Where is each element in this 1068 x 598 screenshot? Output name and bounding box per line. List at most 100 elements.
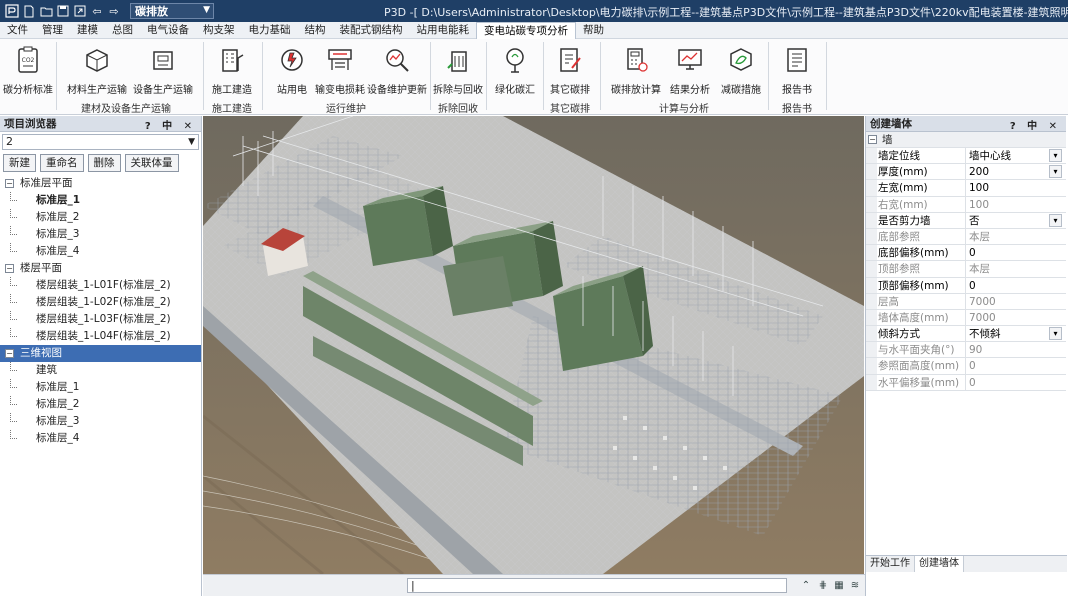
report-button[interactable]: 报告书: [776, 45, 818, 97]
demolition-button[interactable]: 拆除与回收: [433, 45, 483, 97]
property-dropdown[interactable]: 否 ▾: [965, 212, 1062, 229]
rename-button[interactable]: 重命名: [40, 154, 84, 172]
property-category[interactable]: − 墙: [866, 132, 1066, 148]
property-row: 倾斜方式 不倾斜 ▾: [866, 326, 1066, 343]
result-analysis-button[interactable]: 结果分析: [666, 45, 714, 97]
property-dropdown[interactable]: 200 ▾: [965, 164, 1062, 181]
tree-connector: [10, 336, 17, 337]
property-label: 顶部偏移(mm): [878, 279, 949, 292]
tree-item[interactable]: 楼层组装_1-L01F(标准层_2): [0, 277, 201, 294]
open-folder-icon[interactable]: [39, 4, 53, 18]
collapse-icon[interactable]: −: [5, 349, 14, 358]
tab-modeling[interactable]: 建模: [70, 22, 105, 39]
stack-icon[interactable]: ≋: [848, 579, 862, 593]
property-value-field[interactable]: 0: [965, 245, 1062, 262]
tab-support[interactable]: 构支架: [196, 22, 242, 39]
redo-icon[interactable]: ⇨: [107, 4, 121, 18]
tree-item[interactable]: 建筑: [0, 362, 201, 379]
tree-connector: [10, 285, 17, 286]
tab-site-plan[interactable]: 总图: [105, 22, 140, 39]
ribbon: CO2 碳分析标准 材料生产运输 设备生产运输 施工建造 站用电 输变电损耗 设…: [0, 39, 1068, 115]
tree-item[interactable]: 标准层_4: [0, 243, 201, 260]
tree-item[interactable]: 楼层组装_1-L04F(标准层_2): [0, 328, 201, 345]
property-value: 0: [969, 376, 976, 389]
carbon-calc-button[interactable]: 碳排放计算: [608, 45, 664, 97]
3d-viewport[interactable]: [203, 116, 864, 574]
link-mass-button[interactable]: 关联体量: [124, 154, 179, 172]
panel-controls-icon[interactable]: ? 中 ✕: [145, 117, 196, 132]
command-input[interactable]: |: [407, 578, 787, 593]
reduction-label: 减碳措施: [721, 85, 761, 96]
transmission-loss-button[interactable]: 输变电损耗: [314, 45, 366, 97]
tree-item[interactable]: 楼层组装_1-L03F(标准层_2): [0, 311, 201, 328]
project-combo[interactable]: 2 ▼: [2, 134, 199, 150]
new-button[interactable]: 新建: [3, 154, 36, 172]
tree-item[interactable]: 标准层_2: [0, 209, 201, 226]
tab-steel[interactable]: 装配式钢结构: [333, 22, 410, 39]
property-dropdown[interactable]: 墙中心线 ▾: [965, 148, 1062, 164]
tree-group[interactable]: − 楼层平面: [0, 260, 201, 277]
property-dropdown[interactable]: 不倾斜 ▾: [965, 326, 1062, 343]
tab-electrical[interactable]: 电气设备: [140, 22, 196, 39]
collapse-icon[interactable]: −: [868, 135, 877, 144]
save-icon[interactable]: [56, 4, 70, 18]
tree-item[interactable]: 标准层_2: [0, 396, 201, 413]
green-sink-button[interactable]: 绿化碳汇: [492, 45, 538, 97]
property-gutter: [866, 326, 877, 342]
equipment-transport-button[interactable]: 设备生产运输: [132, 45, 194, 97]
collapse-icon[interactable]: −: [5, 264, 14, 273]
tree-group[interactable]: − 标准层平面: [0, 175, 201, 192]
property-value-field: 本层: [965, 261, 1062, 278]
group-separator: [203, 42, 204, 110]
tab-manage[interactable]: 管理: [35, 22, 70, 39]
tree-item[interactable]: 标准层_1: [0, 379, 201, 396]
tree-item-label: 标准层_3: [36, 415, 80, 427]
tree-connector: [10, 277, 11, 286]
tree-connector: [10, 192, 11, 201]
snap-grid-icon[interactable]: ⋕: [816, 579, 830, 593]
tree-item-label: 楼层组装_1-L01F(标准层_2): [36, 279, 171, 291]
view-select[interactable]: 碳排放 ▼: [130, 3, 214, 19]
chevron-down-icon[interactable]: ▾: [1049, 165, 1062, 179]
property-value-field[interactable]: 100: [965, 180, 1062, 197]
tree-item[interactable]: 楼层组装_1-L02F(标准层_2): [0, 294, 201, 311]
export-icon[interactable]: [73, 4, 87, 18]
tab-energy[interactable]: 站用电能耗: [410, 22, 477, 39]
layer-icon[interactable]: ▦: [832, 579, 846, 593]
properties-header: 创建墙体 ? 中 ✕: [866, 116, 1066, 132]
other-emission-button[interactable]: 其它碳排: [549, 45, 591, 97]
properties-title: 创建墙体: [870, 118, 912, 130]
chevron-up-icon[interactable]: ⌃: [799, 579, 813, 593]
tab-file[interactable]: 文件: [0, 22, 35, 39]
tree-item[interactable]: 标准层_3: [0, 413, 201, 430]
carbon-standard-button[interactable]: CO2 碳分析标准: [3, 45, 53, 97]
undo-icon[interactable]: ⇦: [90, 4, 104, 18]
tree-item[interactable]: 标准层_1: [0, 192, 201, 209]
tree-item[interactable]: 标准层_4: [0, 430, 201, 447]
chevron-down-icon[interactable]: ▾: [1049, 149, 1062, 162]
app-logo-icon[interactable]: [5, 4, 19, 18]
material-transport-button[interactable]: 材料生产运输: [66, 45, 128, 97]
property-value-field[interactable]: 0: [965, 277, 1062, 294]
construction-button[interactable]: 施工建造: [209, 45, 255, 97]
carbon-standard-label: 碳分析标准: [3, 85, 53, 96]
tree-group[interactable]: − 三维视图: [0, 345, 201, 362]
panel-controls-icon[interactable]: ? 中 ✕: [1010, 117, 1061, 132]
property-label: 层高: [878, 295, 899, 308]
reduction-button[interactable]: 减碳措施: [718, 45, 764, 97]
tab-foundation[interactable]: 电力基础: [242, 22, 298, 39]
tab-start-work[interactable]: 开始工作: [866, 556, 915, 572]
chevron-down-icon[interactable]: ▾: [1049, 213, 1062, 227]
tree-connector: [10, 200, 17, 201]
collapse-icon[interactable]: −: [5, 179, 14, 188]
tab-create-wall[interactable]: 创建墙体: [915, 556, 964, 572]
new-file-icon[interactable]: [22, 4, 36, 18]
tab-structure[interactable]: 结构: [298, 22, 333, 39]
station-power-button[interactable]: 站用电: [272, 45, 312, 97]
tab-help[interactable]: 帮助: [576, 22, 611, 39]
maintenance-button[interactable]: 设备维护更新: [367, 45, 427, 97]
chevron-down-icon[interactable]: ▾: [1049, 327, 1062, 341]
tab-carbon-analysis[interactable]: 变电站碳专项分析: [476, 21, 576, 39]
delete-button[interactable]: 删除: [87, 154, 121, 172]
tree-item[interactable]: 标准层_3: [0, 226, 201, 243]
